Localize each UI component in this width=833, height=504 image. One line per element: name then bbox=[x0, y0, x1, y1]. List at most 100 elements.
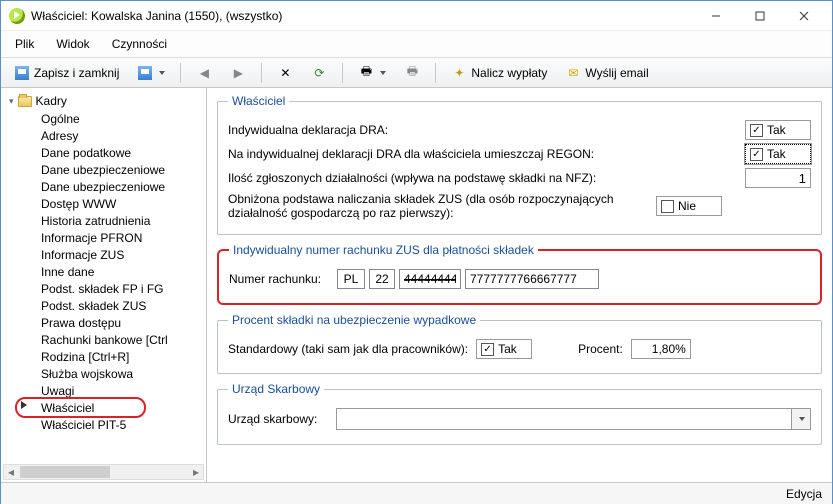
tools-icon: ✕ bbox=[277, 65, 293, 81]
save-dropdown-button[interactable] bbox=[130, 62, 172, 84]
tree-item[interactable]: Dane podatkowe bbox=[39, 144, 206, 161]
account-bank-input[interactable] bbox=[399, 269, 461, 289]
tree-item[interactable]: Historia zatrudnienia bbox=[39, 212, 206, 229]
standard-label: Standardowy (taki sam jak dla pracownikó… bbox=[228, 342, 468, 356]
regon-checkbox[interactable]: ✓ Tak bbox=[745, 144, 811, 164]
tree-item[interactable]: Ogólne bbox=[39, 110, 206, 127]
tree-item[interactable]: Podst. składek FP i FG bbox=[39, 280, 206, 297]
account-label: Numer rachunku: bbox=[229, 272, 329, 286]
nav-back-button[interactable]: ◀ bbox=[189, 62, 219, 84]
dra-label: Indywidualna deklaracja DRA: bbox=[228, 123, 737, 137]
scroll-right-icon[interactable]: ▸ bbox=[189, 465, 203, 479]
tree-item[interactable]: Właściciel bbox=[39, 399, 206, 416]
tree-item[interactable]: Dane ubezpieczeniowe bbox=[39, 161, 206, 178]
tree-item[interactable]: Inne dane bbox=[39, 263, 206, 280]
tree-item[interactable]: Informacje ZUS bbox=[39, 246, 206, 263]
standard-checkbox[interactable]: ✓ Tak bbox=[476, 339, 532, 359]
arrow-right-icon: ▶ bbox=[230, 65, 246, 81]
tree-item[interactable]: Uwagi bbox=[39, 382, 206, 399]
nav-fwd-button[interactable]: ▶ bbox=[223, 62, 253, 84]
activities-input[interactable] bbox=[745, 168, 811, 188]
collapse-icon: ▾ bbox=[9, 96, 14, 107]
save-close-label: Zapisz i zamknij bbox=[34, 66, 119, 80]
calc-payroll-button[interactable]: ✦ Nalicz wypłaty bbox=[444, 62, 554, 84]
check-icon: ✓ bbox=[750, 124, 763, 137]
zus-account-fieldset: Indywidualny numer rachunku ZUS dla płat… bbox=[217, 243, 822, 305]
tree-item[interactable]: Dane ubezpieczeniowe bbox=[39, 178, 206, 195]
owner-legend: Właściciel bbox=[228, 94, 289, 108]
status-bar: Edycja bbox=[1, 482, 832, 504]
zus-account-legend: Indywidualny numer rachunku ZUS dla płat… bbox=[229, 243, 538, 257]
tree-list: OgólneAdresyDane podatkoweDane ubezpiecz… bbox=[5, 110, 206, 433]
tree-item[interactable]: Służba wojskowa bbox=[39, 365, 206, 382]
form-pane: Właściciel Indywidualna deklaracja DRA: … bbox=[207, 88, 832, 482]
account-control-input[interactable] bbox=[369, 269, 395, 289]
status-mode: Edycja bbox=[786, 487, 822, 501]
tools-button[interactable]: ✕ bbox=[270, 62, 300, 84]
percent-label: Procent: bbox=[578, 342, 623, 356]
reduced-value: Nie bbox=[678, 199, 696, 213]
printer-icon: 🖶 bbox=[404, 65, 420, 81]
tree-item[interactable]: Informacje PFRON bbox=[39, 229, 206, 246]
accident-fieldset: Procent składki na ubezpieczenie wypadko… bbox=[217, 313, 822, 374]
reduced-checkbox[interactable]: Nie bbox=[656, 196, 722, 216]
check-icon: ✓ bbox=[481, 343, 494, 356]
tax-office-label: Urząd skarbowy: bbox=[228, 412, 328, 426]
horizontal-scrollbar[interactable]: ◂ ▸ bbox=[3, 464, 204, 480]
tax-office-combo[interactable] bbox=[336, 408, 791, 430]
minimize-button[interactable] bbox=[694, 2, 738, 30]
selection-arrow-icon bbox=[21, 401, 27, 409]
tax-office-fieldset: Urząd Skarbowy Urząd skarbowy: bbox=[217, 382, 822, 445]
save-close-button[interactable]: Zapisz i zamknij bbox=[7, 62, 126, 84]
menu-file[interactable]: Plik bbox=[11, 35, 38, 53]
maximize-button[interactable] bbox=[738, 2, 782, 30]
menu-view[interactable]: Widok bbox=[52, 35, 93, 53]
print-button[interactable]: 🖶 bbox=[351, 62, 393, 84]
accident-legend: Procent składki na ubezpieczenie wypadko… bbox=[228, 313, 480, 327]
dra-value: Tak bbox=[767, 123, 786, 137]
folder-icon bbox=[18, 96, 32, 107]
check-icon: ✓ bbox=[750, 148, 763, 161]
send-email-button[interactable]: ✉ Wyślij email bbox=[558, 62, 655, 84]
check-icon bbox=[661, 200, 674, 213]
account-country-input[interactable] bbox=[337, 269, 365, 289]
tree-item[interactable]: Prawa dostępu bbox=[39, 314, 206, 331]
tree-item[interactable]: Adresy bbox=[39, 127, 206, 144]
arrow-left-icon: ◀ bbox=[196, 65, 212, 81]
dra-checkbox[interactable]: ✓ Tak bbox=[745, 120, 811, 140]
regon-value: Tak bbox=[767, 147, 786, 161]
tree-root-label: Kadry bbox=[36, 94, 67, 108]
chevron-down-icon bbox=[159, 71, 165, 75]
refresh-icon: ⟳ bbox=[311, 65, 327, 81]
tree-root[interactable]: ▾ Kadry bbox=[5, 92, 206, 110]
window-title: Właściciel: Kowalska Janina (1550), (wsz… bbox=[31, 9, 282, 23]
chevron-down-icon bbox=[799, 417, 805, 421]
tree-item[interactable]: Właściciel PIT-5 bbox=[39, 416, 206, 433]
activities-label: Ilość zgłoszonych działalności (wpływa n… bbox=[228, 171, 737, 185]
tree-item[interactable]: Rachunki bankowe [Ctrl bbox=[39, 331, 206, 348]
percent-value[interactable]: 1,80% bbox=[631, 339, 691, 359]
tree-item[interactable]: Podst. składek ZUS bbox=[39, 297, 206, 314]
reduced-label: Obniżona podstawa naliczania składek ZUS… bbox=[228, 192, 648, 220]
scrollbar-thumb[interactable] bbox=[20, 466, 110, 478]
tree-item[interactable]: Rodzina [Ctrl+R] bbox=[39, 348, 206, 365]
printer-icon: 🖶 bbox=[358, 65, 374, 81]
combo-dropdown-button[interactable] bbox=[791, 408, 811, 430]
tree-item[interactable]: Dostęp WWW bbox=[39, 195, 206, 212]
owner-fieldset: Właściciel Indywidualna deklaracja DRA: … bbox=[217, 94, 822, 235]
tree-pane: ▾ Kadry OgólneAdresyDane podatkoweDane u… bbox=[1, 88, 207, 482]
refresh-button[interactable]: ⟳ bbox=[304, 62, 334, 84]
scroll-left-icon[interactable]: ◂ bbox=[4, 465, 18, 479]
menu-actions[interactable]: Czynności bbox=[108, 35, 171, 53]
toolbar: Zapisz i zamknij ◀ ▶ ✕ ⟳ 🖶 🖶 ✦ Nalicz wy… bbox=[1, 58, 832, 88]
account-number-input[interactable] bbox=[465, 269, 599, 289]
chevron-down-icon bbox=[380, 71, 386, 75]
tax-office-legend: Urząd Skarbowy bbox=[228, 382, 324, 396]
envelope-icon: ✉ bbox=[565, 65, 581, 81]
print-alt-button[interactable]: 🖶 bbox=[397, 62, 427, 84]
app-icon bbox=[9, 8, 25, 24]
standard-value: Tak bbox=[498, 342, 517, 356]
title-bar: Właściciel: Kowalska Janina (1550), (wsz… bbox=[1, 1, 832, 31]
close-button[interactable] bbox=[782, 2, 826, 30]
save-icon bbox=[14, 65, 30, 81]
